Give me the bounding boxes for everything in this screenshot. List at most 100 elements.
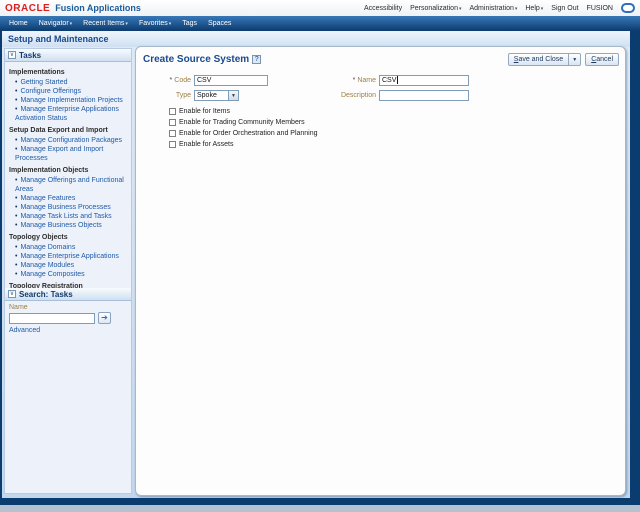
chevron-down-icon[interactable]: ▼: [228, 90, 239, 101]
search-name-label: Name: [9, 304, 127, 311]
header-link-help[interactable]: Help▾: [525, 5, 543, 12]
search-panel-header[interactable]: ∨ Search: Tasks: [5, 288, 131, 301]
list-item: Manage Enterprise Applications: [15, 252, 129, 261]
checkbox-label: Enable for Order Orchestration and Plann…: [179, 130, 318, 137]
nav-item-home[interactable]: Home: [9, 20, 28, 27]
list-item: Manage Composites: [15, 270, 129, 279]
task-link-manage-offerings-and-functional-areas[interactable]: Manage Offerings and Functional Areas: [15, 177, 124, 193]
type-select-value: Spoke: [194, 90, 228, 101]
advanced-search-link[interactable]: Advanced: [9, 327, 127, 334]
chevron-down-icon: ▾: [70, 21, 73, 27]
required-marker: *: [353, 77, 356, 84]
search-panel-body: Name ➔ Advanced: [5, 301, 131, 337]
collapse-icon[interactable]: ∨: [8, 290, 16, 298]
list-item: Manage Business Objects: [15, 221, 129, 230]
bottom-strip: [0, 505, 640, 512]
save-and-close-button[interactable]: Save and Close: [508, 53, 569, 66]
nav-item-navigator[interactable]: Navigator▾: [39, 20, 72, 27]
task-link-manage-domains[interactable]: Manage Domains: [20, 244, 75, 251]
task-link-manage-business-objects[interactable]: Manage Business Objects: [20, 222, 101, 229]
type-select[interactable]: Spoke ▼: [194, 90, 239, 101]
header-link-sign-out[interactable]: Sign Out: [551, 5, 578, 12]
task-link-manage-enterprise-applications[interactable]: Manage Enterprise Applications: [20, 253, 118, 260]
nav-item-favorites[interactable]: Favorites▾: [139, 20, 171, 27]
go-button[interactable]: ➔: [98, 312, 111, 324]
create-source-system-form: * Code CSV Type Spoke ▼: [136, 68, 625, 104]
chevron-down-icon: ▾: [459, 6, 462, 12]
list-item: Getting Started: [15, 78, 129, 87]
tasks-panel-header[interactable]: ∨ Tasks: [5, 49, 131, 62]
task-link-manage-implementation-projects[interactable]: Manage Implementation Projects: [20, 97, 122, 104]
code-field[interactable]: CSV: [194, 75, 268, 86]
task-link-configure-offerings[interactable]: Configure Offerings: [20, 88, 81, 95]
task-link-manage-configuration-packages[interactable]: Manage Configuration Packages: [20, 137, 122, 144]
task-list: Manage Offerings and Functional Areas Man…: [15, 176, 129, 230]
checkbox-enable-for-trading-community-members[interactable]: [169, 119, 176, 126]
search-input[interactable]: [9, 313, 95, 324]
header-link-accessibility[interactable]: Accessibility: [364, 5, 402, 12]
list-item: Manage Features: [15, 194, 129, 203]
checkbox-label: Enable for Trading Community Members: [179, 119, 305, 126]
checkbox-enable-for-order-orchestration-and-planning[interactable]: [169, 130, 176, 137]
checkbox-enable-for-assets[interactable]: [169, 141, 176, 148]
checkbox-row[interactable]: Enable for Items: [169, 107, 625, 116]
checkbox-row[interactable]: Enable for Assets: [169, 140, 625, 149]
description-label: Description: [341, 92, 376, 99]
code-label: Code: [174, 77, 191, 84]
list-item: Manage Export and Import Processes: [15, 145, 129, 163]
checkbox-list: Enable for Items Enable for Trading Commu…: [169, 107, 625, 149]
checkbox-label: Enable for Items: [179, 108, 230, 115]
list-item: Manage Task Lists and Tasks: [15, 212, 129, 221]
list-item: Manage Implementation Projects: [15, 96, 129, 105]
task-link-manage-modules[interactable]: Manage Modules: [20, 262, 74, 269]
list-item: Manage Business Processes: [15, 203, 129, 212]
save-dropdown-button[interactable]: ▼: [569, 53, 581, 66]
task-link-getting-started[interactable]: Getting Started: [20, 79, 67, 86]
application-window: ORACLE Fusion Applications Accessibility…: [0, 0, 640, 512]
main-panel: Create Source System ? Save and Close ▼ …: [135, 46, 626, 496]
product-name: Fusion Applications: [55, 3, 141, 13]
task-section-header: Implementation Objects: [9, 167, 129, 174]
nav-item-recent-items[interactable]: Recent Items▾: [83, 20, 128, 27]
list-item: Manage Offerings and Functional Areas: [15, 176, 129, 194]
list-item: Manage Enterprise Applications Activatio…: [15, 105, 129, 123]
collapse-icon[interactable]: ∨: [8, 51, 16, 59]
list-item: Manage Domains: [15, 243, 129, 252]
page-titlebar: Setup and Maintenance: [2, 32, 630, 47]
checkbox-row[interactable]: Enable for Trading Community Members: [169, 118, 625, 127]
task-section-header: Setup Data Export and Import: [9, 127, 129, 134]
type-label: Type: [176, 92, 191, 99]
name-field[interactable]: CSV: [379, 75, 469, 86]
task-link-manage-features[interactable]: Manage Features: [20, 195, 75, 202]
checkbox-row[interactable]: Enable for Order Orchestration and Plann…: [169, 129, 625, 138]
text-cursor: [397, 76, 398, 84]
nav-item-spaces[interactable]: Spaces: [208, 20, 231, 27]
global-navbar: Home Navigator▾ Recent Items▾ Favorites▾ Tag…: [0, 16, 640, 31]
page-title: Create Source System: [143, 54, 249, 65]
checkbox-label: Enable for Assets: [179, 141, 233, 148]
help-icon[interactable]: ?: [252, 55, 261, 64]
task-link-manage-composites[interactable]: Manage Composites: [20, 271, 84, 278]
chevron-down-icon: ▾: [125, 21, 128, 27]
task-link-manage-export-and-import-processes[interactable]: Manage Export and Import Processes: [15, 146, 103, 162]
list-item: Manage Configuration Packages: [15, 136, 129, 145]
branding-header: ORACLE Fusion Applications Accessibility…: [0, 0, 640, 16]
checkbox-enable-for-items[interactable]: [169, 108, 176, 115]
cancel-button[interactable]: Cancel: [585, 53, 619, 66]
task-link-manage-task-lists-and-tasks[interactable]: Manage Task Lists and Tasks: [20, 213, 111, 220]
list-item: Manage Modules: [15, 261, 129, 270]
header-links: Accessibility Personalization▾ Administrat…: [364, 3, 635, 13]
nav-item-tags[interactable]: Tags: [182, 20, 197, 27]
tasks-panel-body: ImplementationsGetting StartedConfigure …: [5, 62, 131, 288]
header-link-personalization[interactable]: Personalization▾: [410, 5, 461, 12]
task-list: Manage Domains Manage Enterprise Applicat…: [15, 243, 129, 279]
header-link-administration[interactable]: Administration▾: [470, 5, 518, 12]
required-marker: *: [170, 77, 173, 84]
sidebar: ∨ Tasks ImplementationsGetting StartedCo…: [4, 48, 132, 494]
name-label: Name: [357, 77, 376, 84]
task-link-manage-business-processes[interactable]: Manage Business Processes: [20, 204, 110, 211]
task-link-manage-enterprise-applications-activation-status[interactable]: Manage Enterprise Applications Activatio…: [15, 106, 119, 122]
oracle-o-icon: [621, 3, 635, 13]
description-field[interactable]: [379, 90, 469, 101]
tasks-panel-title: Tasks: [19, 51, 41, 60]
